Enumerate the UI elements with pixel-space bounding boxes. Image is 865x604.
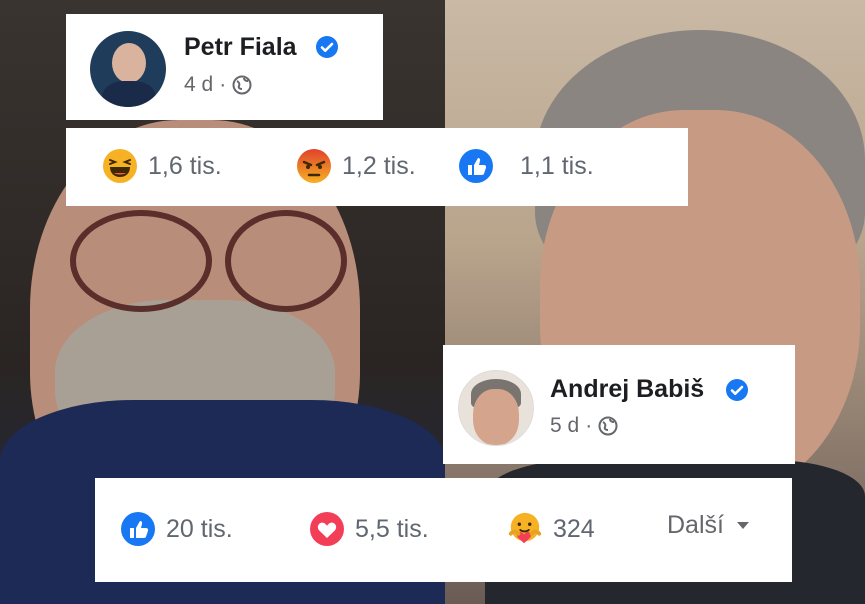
globe-icon	[232, 75, 252, 95]
glasses-left-lens	[70, 210, 212, 312]
author-name[interactable]: Petr Fiala	[184, 33, 297, 62]
post-header-petr-fiala: Petr Fiala 4 d ·	[66, 14, 383, 120]
post-header-andrej-babis: Andrej Babiš 5 d ·	[443, 345, 795, 464]
chevron-down-icon	[736, 521, 749, 529]
post-age[interactable]: 5 d	[550, 414, 579, 438]
reaction-count: 1,1 tis.	[520, 151, 594, 180]
avatar[interactable]	[458, 370, 534, 446]
author-name[interactable]: Andrej Babiš	[550, 375, 704, 404]
more-reactions-button[interactable]: Další	[667, 511, 750, 540]
like-thumb-icon	[459, 149, 493, 183]
glasses-right-lens	[225, 210, 347, 312]
reactions-bar-petr-fiala: 1,6 tis. 1,2 tis. 1,1 tis.	[66, 128, 688, 206]
reactions-bar-andrej-babis: 20 tis. 5,5 tis. 324 Další	[95, 478, 792, 582]
post-age[interactable]: 4 d	[184, 73, 213, 97]
avatar[interactable]	[90, 31, 166, 107]
verified-badge-icon	[316, 36, 338, 58]
reaction-count: 1,2 tis.	[342, 151, 416, 180]
post-meta: 5 d ·	[550, 414, 618, 438]
reaction-love[interactable]: 5,5 tis.	[309, 511, 429, 547]
reaction-haha[interactable]: 1,6 tis.	[102, 148, 222, 184]
reaction-count: 5,5 tis.	[355, 514, 429, 543]
like-thumb-icon	[121, 512, 155, 546]
globe-icon	[598, 416, 618, 436]
meta-separator: ·	[219, 73, 227, 96]
reaction-like[interactable]: 20 tis.	[120, 511, 233, 547]
haha-emoji-icon	[103, 149, 137, 183]
reaction-angry[interactable]: 1,2 tis.	[296, 148, 416, 184]
reaction-count: 1,6 tis.	[148, 151, 222, 180]
love-heart-icon	[310, 512, 344, 546]
reaction-count: 20 tis.	[166, 514, 233, 543]
angry-emoji-icon	[297, 149, 331, 183]
reaction-count: 324	[553, 514, 595, 543]
more-label: Další	[667, 511, 724, 539]
meta-separator: ·	[585, 414, 593, 437]
reaction-care[interactable]: 324	[507, 511, 595, 547]
post-meta: 4 d ·	[184, 73, 252, 97]
care-hug-emoji-icon	[508, 512, 542, 544]
reaction-like[interactable]: 1,1 tis.	[458, 148, 594, 184]
verified-badge-icon	[726, 379, 748, 401]
